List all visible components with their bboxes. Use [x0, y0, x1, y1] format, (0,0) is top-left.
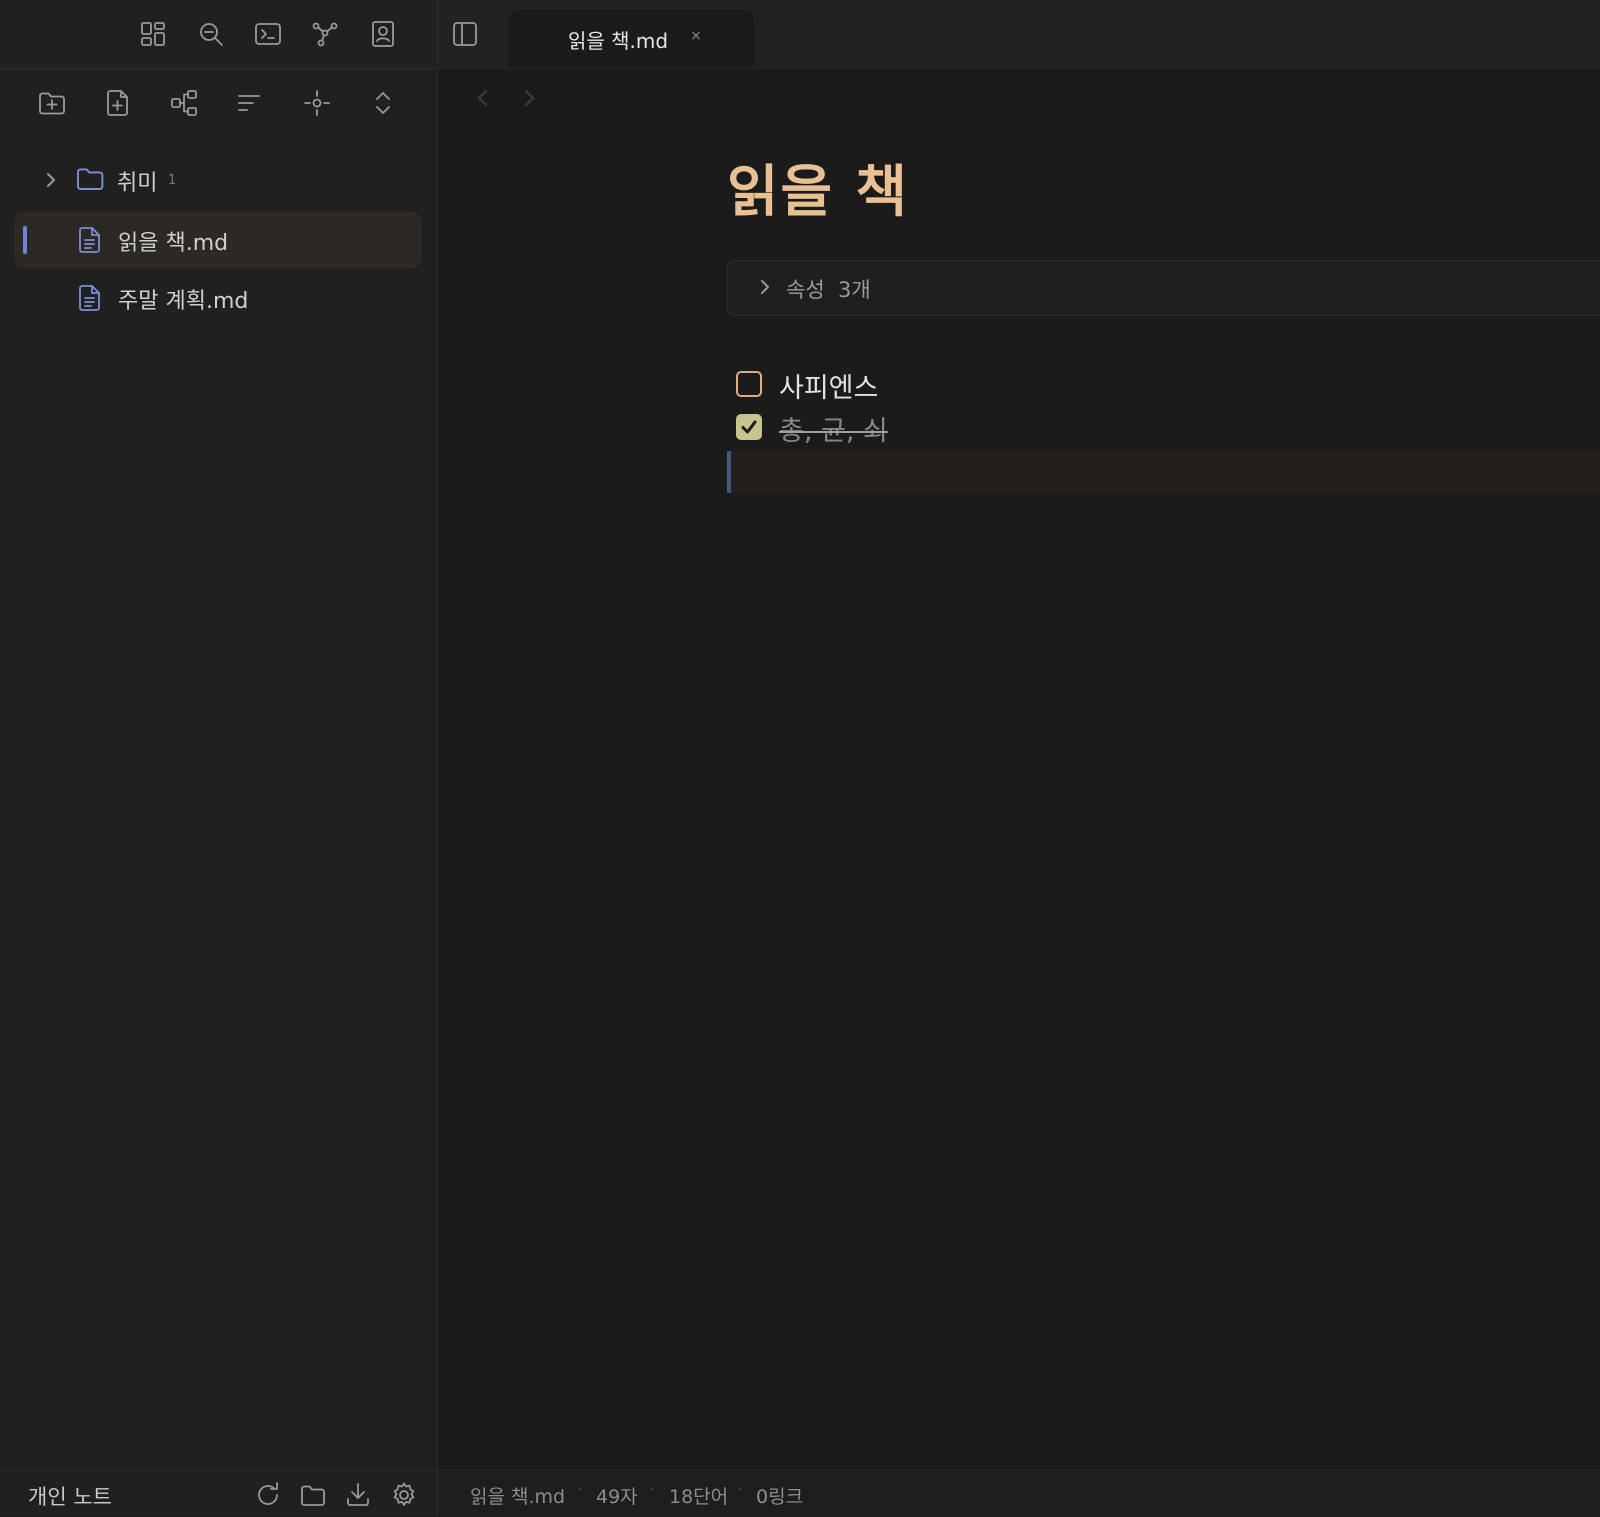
forward-arrow-icon[interactable] [514, 83, 544, 113]
tab-bar: 읽을 책.md × [438, 0, 1600, 69]
cursor-line[interactable] [727, 451, 1600, 493]
settings-icon[interactable] [389, 1480, 419, 1510]
properties-label: 속성 3개 [786, 278, 871, 302]
sync-icon[interactable] [253, 1480, 283, 1510]
file-item-weekend-plan[interactable]: 주말 계획.md [14, 270, 422, 326]
sidebar-footer: 개인 노트 [0, 1470, 437, 1517]
note-title[interactable]: 읽을 책 [727, 147, 909, 228]
sort-icon[interactable] [231, 85, 267, 121]
canvas-icon[interactable] [166, 85, 202, 121]
editor-pane[interactable]: 읽을 책 속성 3개 사피엔스 총, 균, 쇠 [438, 69, 1600, 1469]
task-text[interactable]: 총, 균, 쇠 [779, 409, 888, 448]
properties-panel[interactable]: 속성 3개 [727, 260, 1600, 316]
file-item-reading-list[interactable]: 읽을 책.md [14, 212, 422, 268]
sidebar-toggle-icon[interactable] [448, 17, 482, 51]
status-file-name: 읽을 책.md [470, 1486, 566, 1508]
status-separator: · [738, 1482, 743, 1498]
close-icon[interactable]: × [686, 28, 706, 44]
task-text[interactable]: 사피엔스 [779, 366, 878, 405]
status-separator: · [650, 1482, 655, 1498]
folder-icon [76, 166, 104, 192]
tab-reading-list[interactable]: 읽을 책.md × [508, 10, 754, 68]
expand-collapse-icon[interactable] [365, 85, 401, 121]
status-link-count[interactable]: 0링크 [756, 1482, 803, 1509]
sidebar-ribbon [0, 0, 437, 69]
folder-name: 취미 [117, 171, 158, 196]
file-name: 읽을 책.md [118, 231, 229, 256]
terminal-icon[interactable] [251, 17, 285, 51]
task-checkbox-checked[interactable] [736, 414, 762, 440]
status-separator: · [578, 1482, 583, 1498]
task-checkbox[interactable] [736, 371, 762, 397]
checkmark-icon [741, 420, 757, 434]
folder-icon[interactable] [298, 1480, 328, 1510]
status-char-count[interactable]: 49자 [596, 1482, 638, 1509]
status-word-count[interactable]: 18단어 [669, 1482, 728, 1509]
active-indicator [23, 226, 27, 254]
chevron-right-icon[interactable] [44, 171, 58, 189]
file-icon [78, 226, 102, 254]
file-name: 주말 계획.md [118, 289, 249, 314]
search-icon[interactable] [194, 17, 228, 51]
locate-icon[interactable] [299, 85, 335, 121]
folder-item-hobby[interactable]: 취미 1 [14, 152, 422, 208]
graph-icon[interactable] [308, 17, 342, 51]
folder-count: 1 [168, 173, 177, 188]
chevron-right-icon[interactable] [758, 278, 772, 296]
file-icon [78, 284, 102, 312]
profile-icon[interactable] [366, 17, 400, 51]
download-icon[interactable] [343, 1480, 373, 1510]
status-bar: 읽을 책.md · 49자 · 18단어 · 0링크 [438, 1470, 1600, 1517]
new-folder-icon[interactable] [34, 85, 70, 121]
back-arrow-icon[interactable] [468, 83, 498, 113]
dashboard-icon[interactable] [136, 17, 170, 51]
new-note-icon[interactable] [100, 85, 136, 121]
left-sidebar: 취미 1 읽을 책.md 주말 계획.md 개인 노트 [0, 0, 438, 1516]
vault-name[interactable]: 개인 노트 [28, 1481, 112, 1511]
